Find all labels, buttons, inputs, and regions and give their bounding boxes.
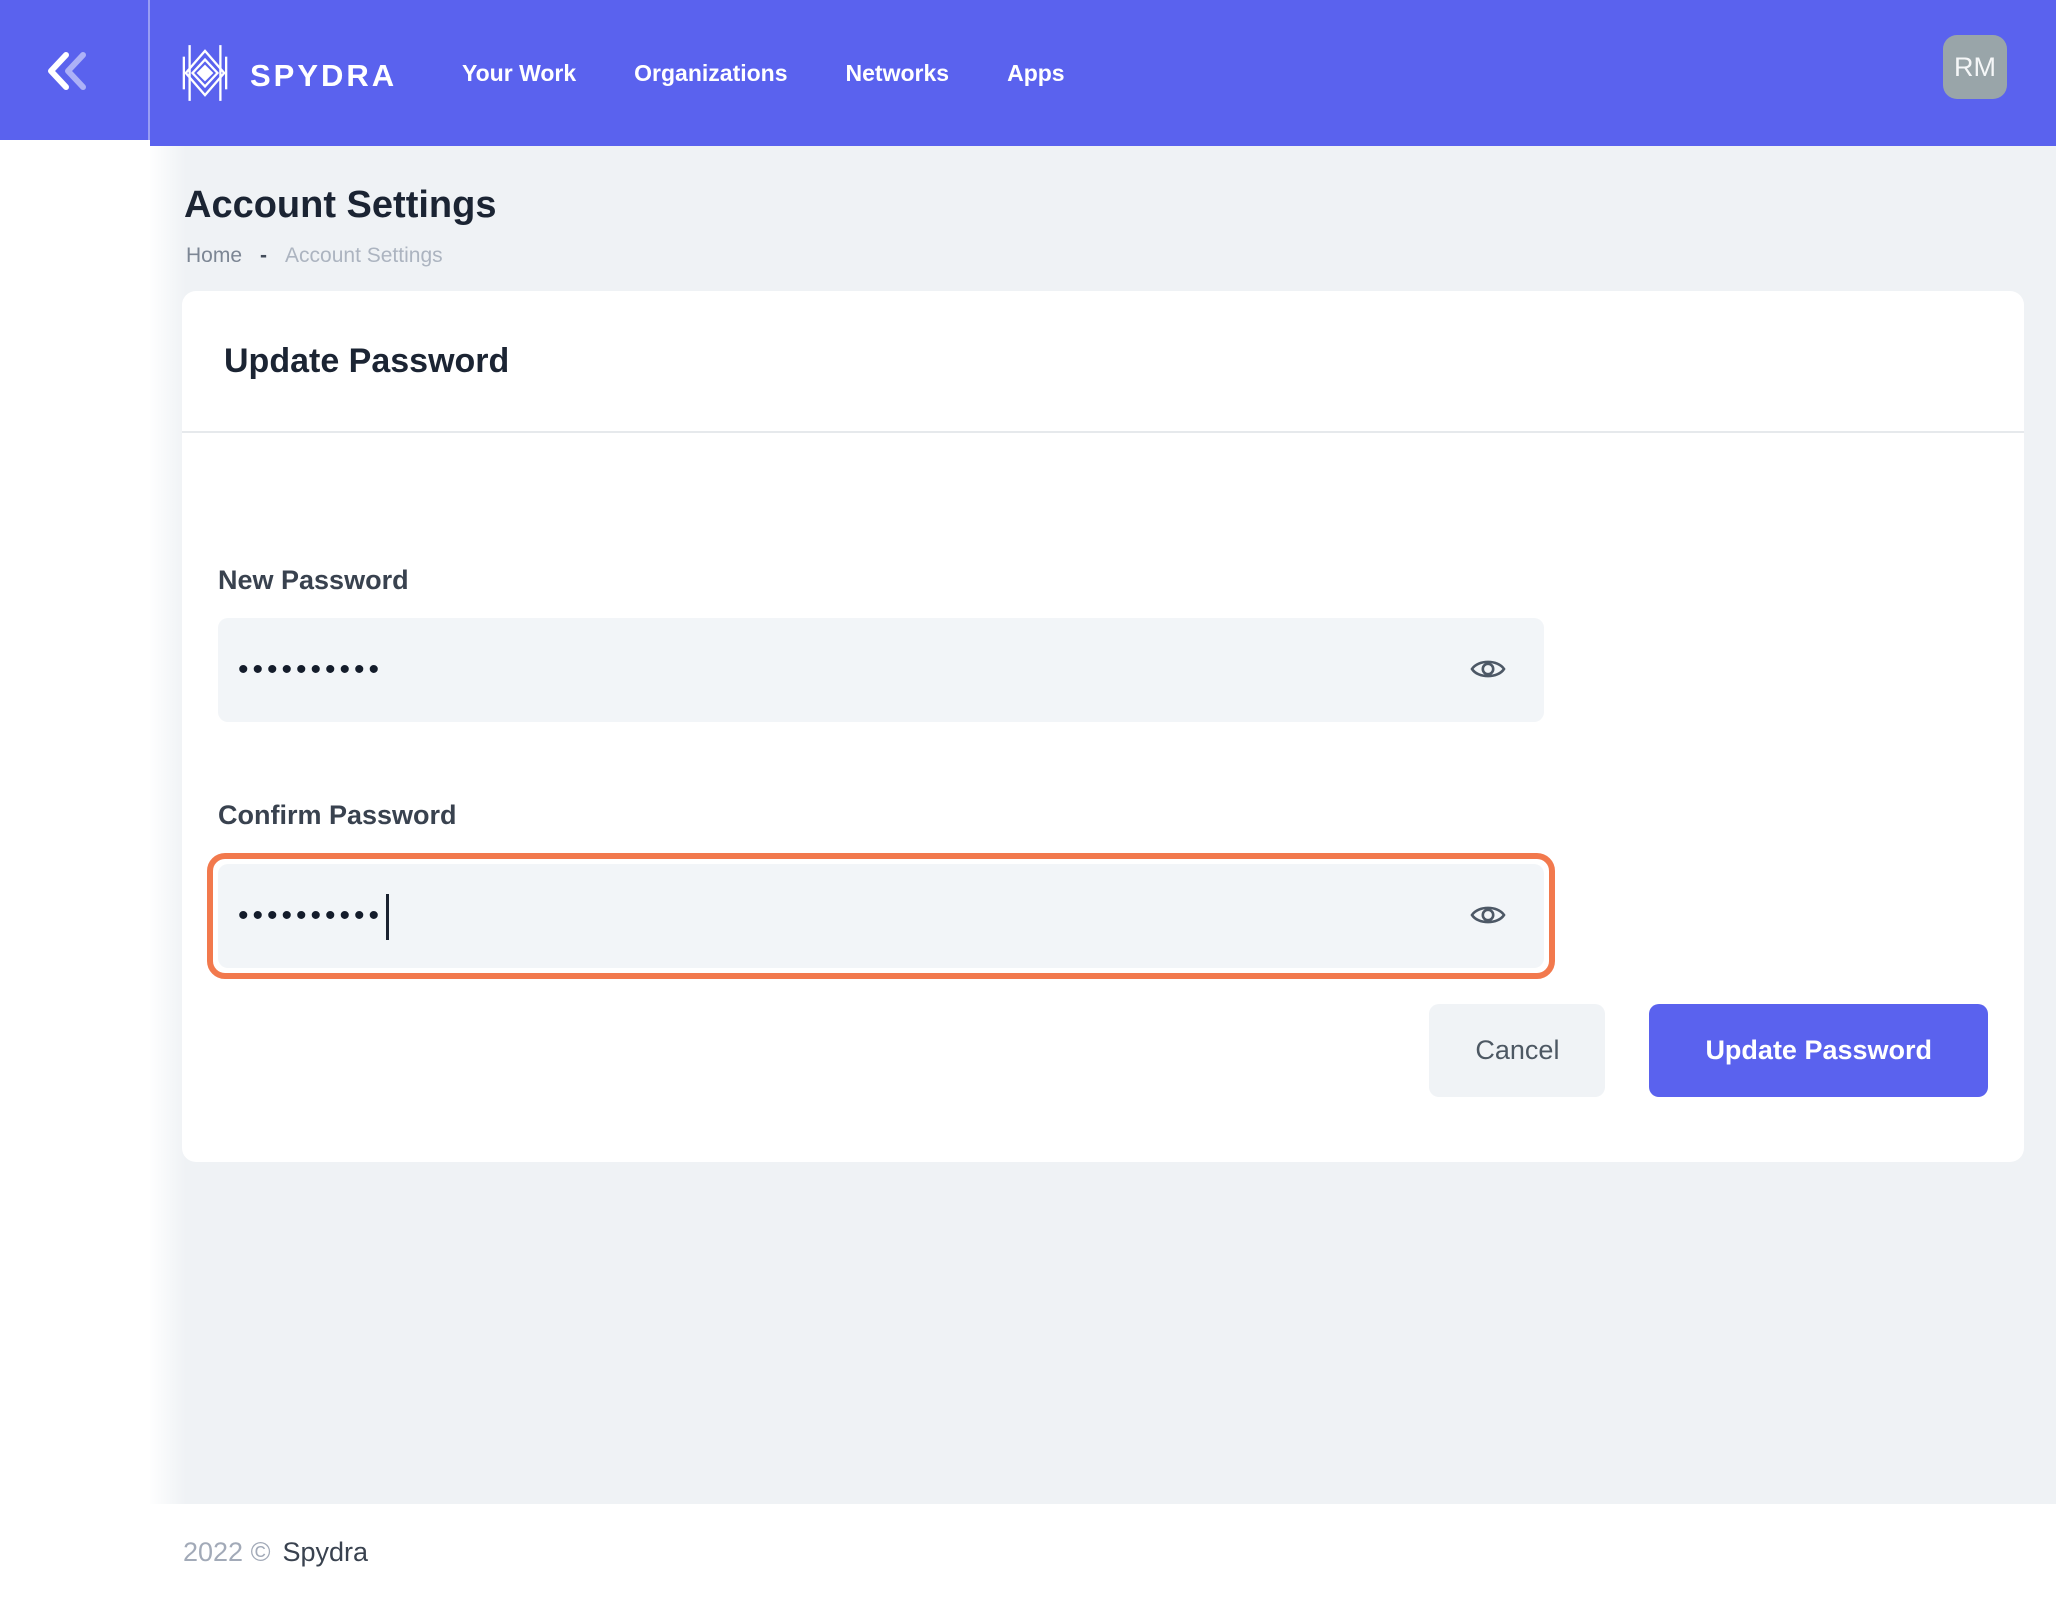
confirm-password-toggle-visibility-button[interactable]: [1470, 901, 1506, 932]
update-password-card: Update Password New Password ••••••••••: [182, 291, 2024, 1162]
new-password-label: New Password: [218, 565, 1988, 596]
user-avatar[interactable]: RM: [1943, 35, 2007, 99]
chevrons-left-icon: [42, 82, 94, 97]
eye-icon: [1470, 901, 1506, 932]
confirm-password-field-group: Confirm Password ••••••••••: [218, 800, 1988, 979]
sidebar-collapse-button[interactable]: [42, 48, 94, 94]
spydra-logo-icon: [180, 42, 230, 109]
eye-icon: [1470, 655, 1506, 686]
breadcrumb-separator: -: [260, 244, 267, 268]
nav-item-your-work[interactable]: Your Work: [462, 60, 576, 87]
footer-year: 2022 ©: [183, 1537, 270, 1568]
sidebar-collapsed: [0, 140, 150, 1600]
new-password-field-group: New Password ••••••••••: [218, 565, 1988, 722]
main-nav: Your Work Organizations Networks Apps: [462, 0, 1065, 146]
brand-logo[interactable]: SPYDRA: [180, 42, 397, 109]
confirm-password-label: Confirm Password: [218, 800, 1988, 831]
update-password-button[interactable]: Update Password: [1649, 1004, 1988, 1097]
page-footer: 2022 © Spydra: [0, 1504, 2056, 1600]
brand-name: SPYDRA: [250, 58, 397, 94]
nav-item-organizations[interactable]: Organizations: [634, 60, 787, 87]
nav-item-networks[interactable]: Networks: [846, 60, 950, 87]
confirm-password-masked-value: ••••••••••: [238, 864, 1470, 968]
page-title: Account Settings: [184, 184, 496, 227]
form-actions: Cancel Update Password: [218, 1004, 1988, 1097]
breadcrumb: Home - Account Settings: [186, 244, 443, 268]
main-content: Account Settings Home - Account Settings…: [150, 146, 2056, 1504]
breadcrumb-home-link[interactable]: Home: [186, 244, 242, 268]
card-header: Update Password: [182, 291, 2024, 433]
footer-company: Spydra: [282, 1537, 368, 1568]
card-title: Update Password: [224, 342, 509, 381]
new-password-masked-value: ••••••••••: [238, 618, 1470, 722]
new-password-toggle-visibility-button[interactable]: [1470, 655, 1506, 686]
text-caret: [386, 894, 389, 940]
navbar-sidebar-divider: [148, 0, 150, 140]
confirm-password-focus-ring: ••••••••••: [207, 853, 1555, 979]
confirm-password-input[interactable]: ••••••••••: [218, 864, 1544, 968]
breadcrumb-current: Account Settings: [285, 244, 443, 268]
cancel-button[interactable]: Cancel: [1429, 1004, 1605, 1097]
new-password-input[interactable]: ••••••••••: [218, 618, 1544, 722]
nav-item-apps[interactable]: Apps: [1007, 60, 1065, 87]
card-body: New Password •••••••••• Confir: [182, 433, 2024, 1097]
top-navbar: SPYDRA Your Work Organizations Networks …: [0, 0, 2056, 146]
